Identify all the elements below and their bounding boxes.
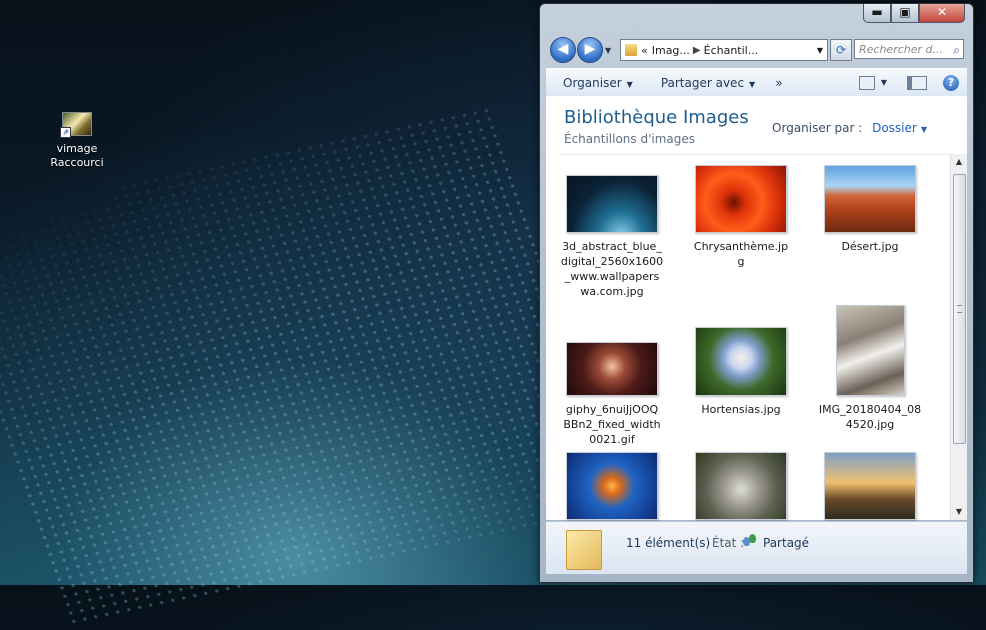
file-name-line: 4520.jpg bbox=[845, 418, 895, 431]
refresh-button[interactable]: ⟳ bbox=[830, 39, 852, 61]
shortcut-type: Raccourci bbox=[50, 156, 104, 169]
preview-pane-icon[interactable] bbox=[907, 75, 927, 90]
minimize-button[interactable]: ▬ bbox=[863, 4, 891, 23]
address-dropdown-icon[interactable]: ▼ bbox=[817, 46, 823, 55]
file-name-line: Chrysanthème.jp bbox=[693, 240, 789, 253]
file-name-line: 0021.gif bbox=[589, 433, 635, 446]
search-placeholder: Rechercher d... bbox=[859, 43, 943, 56]
file-name-line: digital_2560x1600 bbox=[560, 255, 664, 268]
address-bar[interactable]: « Imag... ▶ Échantil... ▼ bbox=[620, 39, 828, 61]
command-bar: Organiser ▼ Partager avec ▼ » ▼ ? bbox=[546, 68, 967, 97]
file-item[interactable] bbox=[558, 452, 666, 526]
scrollbar-thumb[interactable] bbox=[953, 174, 966, 444]
folder-icon bbox=[566, 530, 602, 570]
state-label: État : bbox=[712, 536, 745, 550]
search-icon[interactable]: ⌕ bbox=[953, 40, 960, 60]
organize-menu[interactable]: Organiser ▼ bbox=[563, 76, 633, 90]
recent-pages-dropdown[interactable]: ▼ bbox=[605, 46, 611, 55]
divider bbox=[560, 154, 951, 155]
image-thumbnail bbox=[695, 327, 787, 396]
file-name-line: wa.com.jpg bbox=[580, 285, 644, 298]
library-title: Bibliothèque Images bbox=[564, 107, 749, 128]
view-options-icon[interactable] bbox=[858, 75, 875, 90]
shortcut-name: vimage bbox=[56, 142, 98, 155]
more-commands-button[interactable]: » bbox=[775, 76, 782, 90]
address-overflow[interactable]: « bbox=[641, 44, 648, 57]
wallpaper-pattern bbox=[0, 105, 631, 630]
file-name-line: 3d_abstract_blue_ bbox=[562, 240, 662, 253]
file-name-line: IMG_20180404_08 bbox=[818, 403, 922, 416]
file-item[interactable]: 3d_abstract_blue_ digital_2560x1600 _www… bbox=[558, 175, 666, 299]
caption-buttons: ▬ ▣ ✕ bbox=[863, 4, 965, 23]
chevron-down-icon: ▼ bbox=[626, 79, 633, 89]
image-thumbnail bbox=[835, 305, 905, 396]
file-item[interactable]: Désert.jpg bbox=[816, 165, 924, 254]
file-item[interactable] bbox=[816, 452, 924, 526]
grip-icon bbox=[957, 305, 962, 313]
maximize-button[interactable]: ▣ bbox=[891, 4, 919, 23]
back-button[interactable]: ◀ bbox=[550, 37, 576, 63]
search-input[interactable]: Rechercher d... ⌕ bbox=[854, 39, 964, 59]
view-dropdown-icon[interactable]: ▼ bbox=[881, 78, 887, 87]
vertical-scrollbar[interactable]: ▲ ▼ bbox=[950, 154, 967, 520]
library-subtitle: Échantillons d'images bbox=[564, 132, 696, 146]
arrange-label: Organiser par : bbox=[772, 121, 863, 135]
arrange-by-dropdown[interactable]: Dossier bbox=[872, 121, 917, 135]
image-thumbnail bbox=[566, 175, 658, 233]
shared-users-icon bbox=[743, 534, 759, 548]
file-item[interactable]: Chrysanthème.jp g bbox=[687, 165, 795, 269]
image-thumbnail bbox=[824, 165, 916, 233]
file-name-line: g bbox=[737, 255, 745, 268]
file-view: Bibliothèque Images Échantillons d'image… bbox=[546, 96, 967, 520]
share-menu[interactable]: Partager avec ▼ bbox=[661, 76, 755, 90]
share-label: Partager avec bbox=[660, 75, 745, 90]
file-item[interactable]: Hortensias.jpg bbox=[687, 327, 795, 417]
navigation-bar: ◀ ▶ ▼ « Imag... ▶ Échantil... ▼ ⟳ Recher… bbox=[548, 36, 965, 63]
help-icon[interactable]: ? bbox=[943, 74, 959, 91]
scroll-down-icon[interactable]: ▼ bbox=[951, 504, 967, 520]
chevron-down-icon: ▼ bbox=[749, 79, 756, 89]
close-button[interactable]: ✕ bbox=[919, 4, 965, 23]
chevron-down-icon[interactable]: ▼ bbox=[921, 125, 927, 134]
file-name-line: Désert.jpg bbox=[841, 240, 899, 253]
explorer-window: ▬ ▣ ✕ ◀ ▶ ▼ « Imag... ▶ Échantil... ▼ ⟳ … bbox=[539, 3, 974, 583]
breadcrumb-samples[interactable]: Échantil... bbox=[704, 44, 759, 57]
item-count: 11 élément(s) bbox=[626, 536, 711, 550]
image-thumbnail bbox=[566, 452, 658, 520]
image-thumbnail bbox=[824, 452, 916, 520]
image-thumbnail bbox=[566, 342, 658, 396]
breadcrumb-separator-icon[interactable]: ▶ bbox=[693, 45, 701, 56]
file-name-line: BBn2_fixed_width bbox=[563, 418, 661, 431]
file-item[interactable]: IMG_20180404_08 4520.jpg bbox=[816, 305, 924, 432]
scroll-up-icon[interactable]: ▲ bbox=[951, 154, 967, 170]
file-name-line: _www.wallpapers bbox=[564, 270, 660, 283]
shortcut-arrow-icon: ↗ bbox=[60, 127, 71, 138]
image-thumbnail bbox=[695, 165, 787, 233]
file-item[interactable]: giphy_6nuiJjOOQ BBn2_fixed_width 0021.gi… bbox=[558, 342, 666, 447]
desktop-shortcut-vimage[interactable]: ↗ vimage Raccourci bbox=[44, 110, 110, 170]
details-pane: 11 élément(s) État : Partagé bbox=[546, 521, 967, 574]
breadcrumb-images[interactable]: Imag... bbox=[652, 44, 690, 57]
state-value: Partagé bbox=[763, 536, 810, 550]
file-name-line: Hortensias.jpg bbox=[701, 403, 781, 416]
arrange-by: Organiser par : Dossier ▼ bbox=[772, 121, 927, 135]
file-name-line: giphy_6nuiJjOOQ bbox=[565, 403, 659, 416]
file-item[interactable] bbox=[687, 452, 795, 526]
organize-label: Organiser bbox=[563, 75, 622, 90]
forward-button[interactable]: ▶ bbox=[577, 37, 603, 63]
image-thumbnail bbox=[695, 452, 787, 520]
folder-icon bbox=[625, 44, 637, 56]
vimage-shortcut-icon: ↗ bbox=[60, 112, 92, 138]
